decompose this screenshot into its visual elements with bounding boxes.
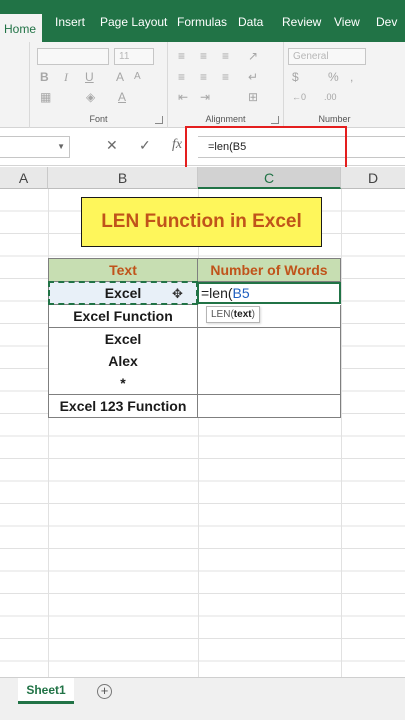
cancel-icon[interactable]: ✕ [106,137,118,154]
table-row-count[interactable] [198,328,341,351]
alignment-group-label: Alignment [205,114,246,124]
align-left-icon[interactable]: ≡ [178,70,185,84]
font-grow-icon[interactable]: A [116,70,124,84]
borders-icon[interactable]: ▦ [40,90,51,104]
font-name-field[interactable] [37,48,109,65]
chevron-down-icon[interactable]: ▼ [57,142,65,151]
italic-icon[interactable]: I [64,70,68,84]
table-header-word-count[interactable]: Number of Words [198,259,341,282]
table-row-text[interactable]: Excel Function [49,305,198,328]
cell-cursor-icon: ✥ [172,286,183,301]
cell-reference: B5 [232,285,250,301]
number-group-label: Number [318,114,351,124]
font-size-field[interactable]: 11 [114,48,154,65]
table-row-count[interactable] [198,350,341,373]
fill-color-icon[interactable]: ◈ [86,90,95,104]
table-row-count[interactable] [198,372,341,395]
tooltip-function: LEN( [211,309,234,320]
alignment-group: ≡ ≡ ≡ ↗ ≡ ≡ ≡ ↵ ⇤ ⇥ ⊞ Alignment [168,42,284,128]
sheet-tab-bar: Sheet1 + [0,677,405,720]
number-format-field[interactable]: General [288,48,366,65]
font-shrink-icon[interactable]: A [134,70,141,84]
decrease-decimal-icon[interactable]: .00 [324,90,337,104]
alignment-dialog-launcher-icon[interactable] [271,116,279,124]
cell-edit-text: =len( [201,285,233,301]
table-row-text[interactable]: Alex [49,350,198,373]
tab-view[interactable]: View [334,0,360,42]
insert-function-icon[interactable]: fx [172,137,182,153]
enter-icon[interactable]: ✓ [139,137,151,154]
column-header-a[interactable]: A [0,167,48,189]
ribbon-tab-bar: Home Insert Page Layout Formulas Data Re… [0,0,405,42]
underline-icon[interactable]: U [85,70,94,84]
tooltip-suffix: ) [251,309,255,320]
currency-icon[interactable]: $ [292,70,299,84]
tab-developer[interactable]: Dev [376,0,397,42]
column-header-c[interactable]: C [198,167,341,189]
table-row-text[interactable]: Excel 123 Function [49,395,198,418]
align-right-icon[interactable]: ≡ [222,70,229,84]
bold-icon[interactable]: B [40,70,49,84]
comma-style-icon[interactable]: , [350,70,353,84]
tab-formulas[interactable]: Formulas [177,0,227,42]
table-row-count[interactable] [198,395,341,418]
font-color-icon[interactable]: A [118,90,126,104]
formula-highlight-box [185,126,347,170]
number-group: General $ % , ←0 .00 Number [284,42,405,128]
tab-data[interactable]: Data [238,0,263,42]
tab-page-layout[interactable]: Page Layout [100,0,167,42]
gridline [341,189,342,677]
cell-edit-box[interactable]: =len(B5 [197,282,341,304]
increase-indent-icon[interactable]: ⇥ [200,90,210,104]
font-dialog-launcher-icon[interactable] [155,116,163,124]
table-row-text[interactable]: Excel [49,328,198,351]
align-top-icon[interactable]: ≡ [178,49,185,63]
table-header-text[interactable]: Text [49,259,198,282]
wrap-text-icon[interactable]: ↵ [248,70,258,84]
decrease-indent-icon[interactable]: ⇤ [178,90,188,104]
tab-insert[interactable]: Insert [55,0,85,42]
name-box[interactable]: ▼ [0,136,70,158]
table-row-text[interactable]: * [49,372,198,395]
align-middle-icon[interactable]: ≡ [200,49,207,63]
align-center-icon[interactable]: ≡ [200,70,207,84]
sheet-title[interactable]: LEN Function in Excel [81,197,322,247]
function-tooltip[interactable]: LEN(text) [206,306,260,323]
tab-home[interactable]: Home [0,14,43,42]
ribbon: 11 B I U A A ▦ ◈ A Font ≡ ≡ ≡ ↗ ≡ ≡ ≡ ↵ … [0,42,405,128]
tooltip-argument: text [233,309,252,320]
increase-decimal-icon[interactable]: ←0 [292,90,306,104]
tab-review[interactable]: Review [282,0,321,42]
clipboard-group [0,42,30,128]
font-group: 11 B I U A A ▦ ◈ A Font [30,42,168,128]
percent-icon[interactable]: % [328,70,339,84]
column-header-b[interactable]: B [48,167,198,189]
merge-center-icon[interactable]: ⊞ [248,90,258,104]
font-group-label: Font [89,114,108,124]
column-header-d[interactable]: D [341,167,405,189]
sheet-tab-sheet1[interactable]: Sheet1 [18,678,74,704]
add-sheet-icon[interactable]: + [97,684,112,699]
align-bottom-icon[interactable]: ≡ [222,49,229,63]
orientation-icon[interactable]: ↗ [248,49,258,63]
